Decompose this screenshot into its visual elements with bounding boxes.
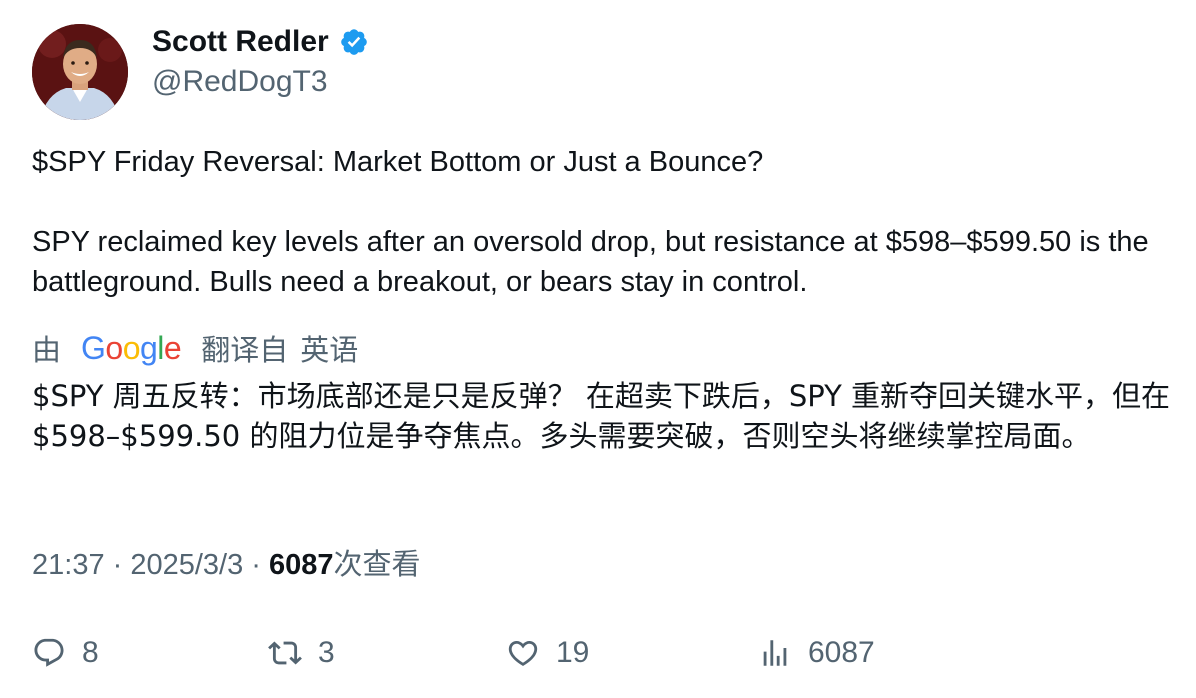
tweet-paragraph: $SPY Friday Reversal: Market Bottom or J… xyxy=(32,146,764,178)
translation-label: 翻译自 xyxy=(201,333,289,367)
views-button[interactable]: 6087 xyxy=(758,630,875,676)
author-name-row: Scott Redler xyxy=(152,24,369,60)
views-action-count: 6087 xyxy=(808,636,875,669)
translated-tweet-text: $SPY 周五反转：市场底部还是只是反弹？ 在超卖下跌后，SPY 重新夺回关键水… xyxy=(32,379,1171,453)
avatar-photo xyxy=(32,24,128,120)
heart-icon xyxy=(506,636,540,670)
tweet-date[interactable]: 2025/3/3 xyxy=(130,549,243,581)
google-logo: Google xyxy=(81,330,182,366)
tweet-paragraph: SPY reclaimed key levels after an overso… xyxy=(32,226,1149,298)
tweet-time[interactable]: 21:37 xyxy=(32,549,105,581)
like-button[interactable]: 19 xyxy=(506,630,589,676)
analytics-icon xyxy=(758,636,792,670)
views-count: 6087 xyxy=(269,549,334,581)
avatar[interactable] xyxy=(32,24,128,120)
meta-separator: · xyxy=(104,549,131,581)
retweet-button[interactable]: 3 xyxy=(268,630,335,676)
retweet-count: 3 xyxy=(318,636,335,669)
tweet-actions: 8 3 19 6087 xyxy=(32,630,1172,676)
like-count: 19 xyxy=(556,636,590,669)
author-handle[interactable]: @RedDogT3 xyxy=(152,64,328,100)
translation-prefix: 由 xyxy=(32,333,62,367)
views-label: 次查看 xyxy=(333,547,421,581)
verified-badge-icon[interactable] xyxy=(339,27,369,57)
reply-icon xyxy=(32,636,66,670)
retweet-icon xyxy=(268,636,302,670)
tweet-meta: 21:37 · 2025/3/3 · 6087次查看 xyxy=(32,544,421,584)
meta-separator: · xyxy=(243,549,270,581)
author-display-name[interactable]: Scott Redler xyxy=(152,24,329,60)
reply-button[interactable]: 8 xyxy=(32,630,99,676)
translation-attribution[interactable]: 由 Google 翻译自 英语 xyxy=(32,328,358,368)
tweet-text: $SPY Friday Reversal: Market Bottom or J… xyxy=(32,142,1172,302)
translation-source-language: 英语 xyxy=(300,333,359,367)
reply-count: 8 xyxy=(82,636,99,669)
